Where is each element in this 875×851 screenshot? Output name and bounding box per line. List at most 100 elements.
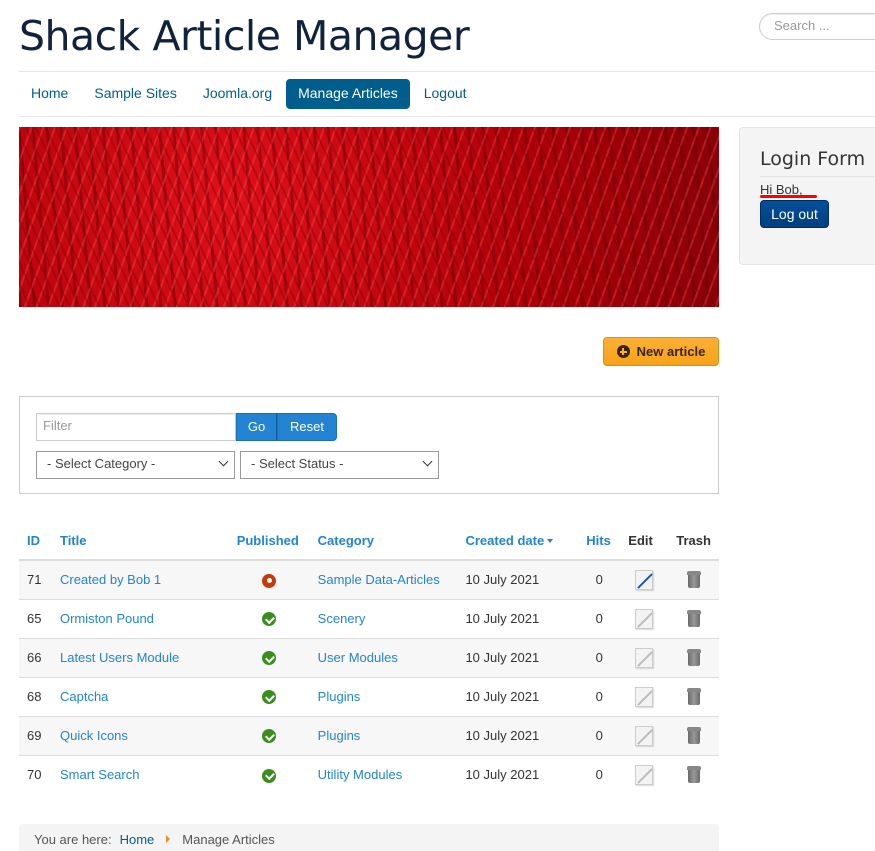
cell-id: 65 [19,599,52,639]
nav-item-logout[interactable]: Logout [412,79,479,109]
cell-hits: 0 [578,599,621,639]
nav-item-sample-sites[interactable]: Sample Sites [82,79,188,109]
breadcrumb-separator-icon [166,835,171,843]
category-link[interactable]: Utility Modules [318,767,403,782]
header-divider [19,71,875,72]
new-article-button[interactable]: New article [603,337,719,366]
category-link[interactable]: User Modules [318,650,398,665]
breadcrumb-prefix: You are here: [34,831,112,847]
chevron-down-icon [218,456,229,467]
login-form-title: Login Form [760,148,866,170]
cell-id: 70 [19,755,52,794]
breadcrumb-current: Manage Articles [182,831,275,847]
table-header-row: ID Title Published Category Created date… [19,521,719,561]
cell-created-date: 10 July 2021 [457,560,579,600]
header-published[interactable]: Published [228,521,310,561]
article-title-link[interactable]: Captcha [60,689,108,704]
login-form-module: Login Form Hi Bob, Log out [739,127,875,265]
cell-hits: 0 [578,677,621,717]
filter-panel: Filter Go Reset - Select Category - - Se… [19,396,719,494]
sort-desc-icon [547,539,554,544]
cell-created-date: 10 July 2021 [457,638,579,678]
login-form-divider [760,176,875,177]
status-select[interactable]: - Select Status - [240,451,439,479]
header-edit: Edit [620,521,669,561]
category-link[interactable]: Sample Data-Articles [318,572,440,587]
nav-item-manage-articles[interactable]: Manage Articles [286,79,410,109]
breadcrumb-home-link[interactable]: Home [120,832,155,847]
published-check-icon[interactable] [262,612,277,627]
table-row: 71 Created by Bob 1 Sample Data-Articles 10… [19,560,719,600]
nav-item-joomla-org[interactable]: Joomla.org [191,79,284,109]
trash-icon[interactable] [686,571,701,589]
article-title-link[interactable]: Created by Bob 1 [60,572,161,587]
category-link[interactable]: Plugins [318,689,361,704]
cell-created-date: 10 July 2021 [457,755,579,794]
table-row: 68 Captcha Plugins 10 July 2021 0 [19,677,719,717]
go-button[interactable]: Go [236,413,277,441]
published-check-icon[interactable] [262,690,277,705]
category-link[interactable]: Scenery [318,611,366,626]
published-check-icon[interactable] [262,729,277,744]
nav-divider [19,116,875,117]
table-row: 70 Smart Search Utility Modules 10 July 202… [19,755,719,794]
trash-icon[interactable] [686,766,701,784]
header-trash: Trash [668,521,719,561]
header-title[interactable]: Title [51,521,229,561]
cell-created-date: 10 July 2021 [457,599,579,639]
nav-item-home[interactable]: Home [19,79,80,109]
cell-id: 66 [19,638,52,678]
article-title-link[interactable]: Smart Search [60,767,139,782]
cell-created-date: 10 July 2021 [457,716,579,756]
published-check-icon[interactable] [262,651,277,666]
chevron-down-icon [422,456,433,467]
edit-pencil-icon [635,647,654,668]
header-hits[interactable]: Hits [578,521,621,561]
table-row: 65 Ormiston Pound Scenery 10 July 2021 0 [19,599,719,639]
cell-created-date: 10 July 2021 [457,677,579,717]
cell-hits: 0 [578,755,621,794]
article-title-link[interactable]: Quick Icons [60,728,128,743]
header-created-date-label: Created date [465,532,545,548]
cell-id: 68 [19,677,52,717]
header-category[interactable]: Category [309,521,458,561]
edit-pencil-icon[interactable] [635,569,654,590]
article-title-link[interactable]: Latest Users Module [60,650,179,665]
header-id[interactable]: ID [19,521,52,561]
reset-button[interactable]: Reset [277,413,337,441]
cell-hits: 0 [578,560,621,600]
table-row: 69 Quick Icons Plugins 10 July 2021 0 [19,716,719,756]
greeting-annotation [760,195,817,198]
trash-icon[interactable] [686,727,701,745]
category-select-value: - Select Category - [47,456,156,471]
cell-hits: 0 [578,638,621,678]
cell-id: 69 [19,716,52,756]
breadcrumb: You are here: Home Manage Articles [19,824,719,851]
new-article-label: New article [636,344,706,359]
header-created-date[interactable]: Created date [457,521,579,561]
trash-icon[interactable] [686,649,701,667]
unpublished-icon[interactable] [262,573,277,588]
category-link[interactable]: Plugins [318,728,361,743]
edit-pencil-icon [635,764,654,785]
logout-button[interactable]: Log out [760,200,829,228]
edit-pencil-icon [635,725,654,746]
plus-circle-icon [616,345,630,358]
filter-input[interactable]: Filter [36,413,236,441]
status-select-value: - Select Status - [251,456,344,471]
site-title: Shack Article Manager [19,12,470,60]
main-nav: Home Sample Sites Joomla.org Manage Arti… [19,79,481,109]
article-title-link[interactable]: Ormiston Pound [60,611,154,626]
banner-image [19,127,719,307]
table-row: 66 Latest Users Module User Modules 10 July… [19,638,719,678]
edit-pencil-icon [635,608,654,629]
cell-id: 71 [19,560,52,600]
trash-icon[interactable] [686,610,701,628]
search-input[interactable]: Search ... [759,13,875,40]
edit-pencil-icon [635,686,654,707]
category-select[interactable]: - Select Category - [36,451,235,479]
cell-hits: 0 [578,716,621,756]
articles-table: ID Title Published Category Created date… [19,521,719,794]
trash-icon[interactable] [686,688,701,706]
published-check-icon[interactable] [262,768,277,783]
